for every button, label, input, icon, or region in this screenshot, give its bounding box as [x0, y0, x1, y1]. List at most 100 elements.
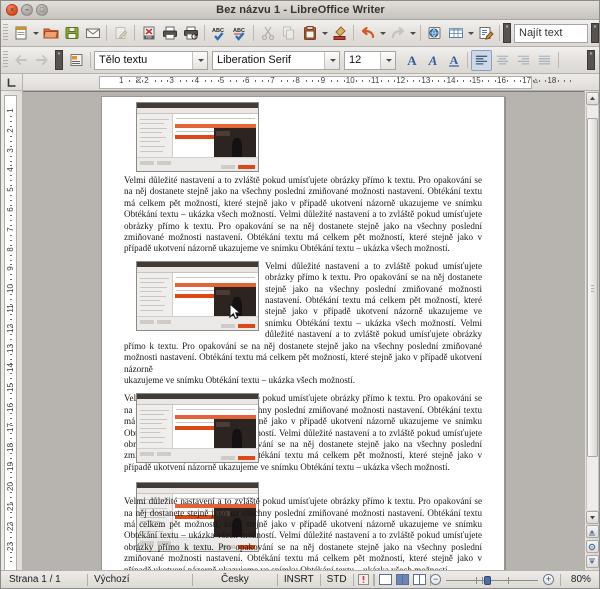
ruler-tick-mark	[217, 80, 219, 82]
ruler-tick-mark	[312, 80, 313, 82]
toolbar-separator	[420, 25, 421, 41]
styles-and-formatting-button[interactable]	[66, 50, 87, 71]
align-left-button[interactable]	[471, 49, 492, 71]
insert-table-button[interactable]	[445, 23, 466, 44]
screenshot-image-2[interactable]	[136, 260, 259, 331]
font-name-combobox[interactable]: Liberation Serif	[212, 50, 340, 70]
scroll-down-button[interactable]	[585, 511, 599, 524]
status-page-number[interactable]: Strana 1 / 1	[3, 574, 87, 585]
save-button[interactable]	[61, 23, 82, 44]
document-page-1[interactable]: Velmi důležité nastavení a to zvláště po…	[101, 96, 505, 570]
toolbar-overflow-right[interactable]: »	[591, 23, 599, 43]
document-block-3: Velmi důležité nastavení a to zvláště po…	[124, 393, 482, 473]
close-window-button[interactable]: ×	[6, 4, 18, 16]
font-name-dropdown-button[interactable]	[324, 51, 339, 69]
print-button[interactable]	[159, 23, 180, 44]
zoom-in-button[interactable]: +	[543, 574, 554, 585]
align-justified-button[interactable]	[534, 50, 555, 71]
book-view-button[interactable]	[412, 574, 426, 585]
font-size-dropdown-button[interactable]	[380, 51, 395, 69]
status-selection-mode[interactable]: STD	[321, 574, 353, 585]
navigation-target-button[interactable]	[585, 540, 599, 553]
copy-button[interactable]	[278, 23, 299, 44]
ruler-tick-mark	[431, 80, 433, 82]
zoom-slider-thumb[interactable]	[484, 575, 492, 585]
paragraph-style-dropdown-button[interactable]	[192, 51, 207, 69]
ruler-tick-mark	[10, 313, 12, 315]
chevron-down-icon	[329, 58, 336, 62]
scrollbar-thumb[interactable]	[586, 118, 598, 458]
formatting-overflow-handle[interactable]: »	[55, 50, 63, 70]
ruler-tick-label: 3	[169, 76, 174, 85]
ruler-corner-tab-selector[interactable]	[1, 74, 23, 91]
vertical-scrollbar[interactable]	[584, 91, 599, 570]
paste-button[interactable]	[299, 23, 320, 44]
redo-dropdown-button[interactable]	[408, 23, 417, 44]
zoom-slider[interactable]	[446, 574, 539, 586]
export-pdf-button[interactable]: PDF	[138, 23, 159, 44]
redo-button[interactable]	[387, 23, 408, 44]
ruler-tick-mark	[10, 398, 12, 400]
ruler-right-corner	[584, 74, 599, 91]
open-button[interactable]	[40, 23, 61, 44]
screenshot-image-1[interactable]	[136, 102, 259, 172]
back-navigation-button[interactable]	[10, 50, 31, 71]
status-language[interactable]: Česky	[193, 574, 277, 585]
autospellcheck-button[interactable]: ABC	[229, 23, 250, 44]
scrollbar-track[interactable]	[585, 106, 599, 510]
zoom-out-button[interactable]: −	[430, 574, 442, 585]
status-zoom-level[interactable]: 80%	[561, 574, 597, 585]
horizontal-ruler[interactable]: 1 2 3 4 5 6 7 8 9 10 11 12 13 14 15 16 17 18 ⧖ ▵	[23, 74, 584, 91]
document-canvas[interactable]: Velmi důležité nastavení a to zvláště po…	[23, 91, 584, 570]
toolbar-separator	[134, 25, 135, 41]
status-page-style[interactable]: Výchozí	[88, 574, 192, 585]
forward-navigation-button[interactable]	[31, 50, 52, 71]
toolbar-grip[interactable]	[3, 24, 8, 42]
new-document-button[interactable]	[10, 23, 31, 44]
align-right-button[interactable]	[513, 50, 534, 71]
paste-dropdown-button[interactable]	[320, 23, 329, 44]
multi-page-view-button[interactable]	[395, 574, 409, 585]
navigation-buttons-group	[585, 525, 599, 570]
spelling-button[interactable]: ABC	[208, 23, 229, 44]
cut-button[interactable]	[257, 23, 278, 44]
ruler-tick-mark	[305, 80, 307, 82]
status-modified-indicator[interactable]	[354, 574, 373, 585]
new-dropdown-button[interactable]	[31, 23, 40, 44]
edit-mode-button[interactable]	[110, 23, 131, 44]
chevron-down-icon	[380, 31, 386, 35]
insert-hyperlink-button[interactable]	[424, 23, 445, 44]
bold-button[interactable]: A	[401, 50, 422, 71]
email-button[interactable]	[82, 23, 103, 44]
minimize-window-button[interactable]: –	[21, 4, 33, 16]
right-indent-marker[interactable]: ▵	[531, 75, 540, 88]
toolbar-overflow-left[interactable]: »	[503, 23, 511, 43]
print-preview-button[interactable]	[180, 23, 201, 44]
ruler-tick-label: 16	[497, 76, 506, 85]
toolbar-separator	[499, 25, 500, 41]
ruler-tick-label: 11	[371, 76, 380, 85]
track-changes-button[interactable]	[475, 23, 496, 44]
paragraph-style-combobox[interactable]: Tělo textu	[94, 50, 208, 70]
indent-marker[interactable]: ⧖	[134, 75, 143, 88]
italic-button[interactable]: A	[422, 50, 443, 71]
formatting-toolbar-grip[interactable]	[3, 51, 8, 69]
underline-button[interactable]: A	[443, 50, 464, 71]
undo-dropdown-button[interactable]	[378, 23, 387, 44]
status-insert-mode[interactable]: INSRT	[278, 574, 320, 585]
screenshot-image-3[interactable]	[136, 393, 259, 464]
vertical-ruler[interactable]: 1 2 3 4 5 6 7 8 9 10 11 12 13 14 15 16 17 18 19 20 21 22 23	[1, 91, 23, 570]
insert-table-dropdown-button[interactable]	[466, 23, 475, 44]
maximize-window-button[interactable]: □	[36, 4, 48, 16]
font-size-combobox[interactable]: 12	[344, 50, 396, 70]
previous-page-button[interactable]	[585, 525, 599, 538]
find-text-input[interactable]	[514, 23, 588, 43]
undo-button[interactable]	[357, 23, 378, 44]
ruler-tick-mark	[393, 80, 395, 82]
next-page-button[interactable]	[585, 555, 599, 568]
formatting-overflow-right[interactable]: »	[587, 50, 595, 70]
clone-formatting-button[interactable]	[329, 23, 350, 44]
align-center-button[interactable]	[492, 50, 513, 71]
scroll-up-button[interactable]	[585, 92, 599, 105]
single-page-view-button[interactable]	[378, 574, 392, 585]
